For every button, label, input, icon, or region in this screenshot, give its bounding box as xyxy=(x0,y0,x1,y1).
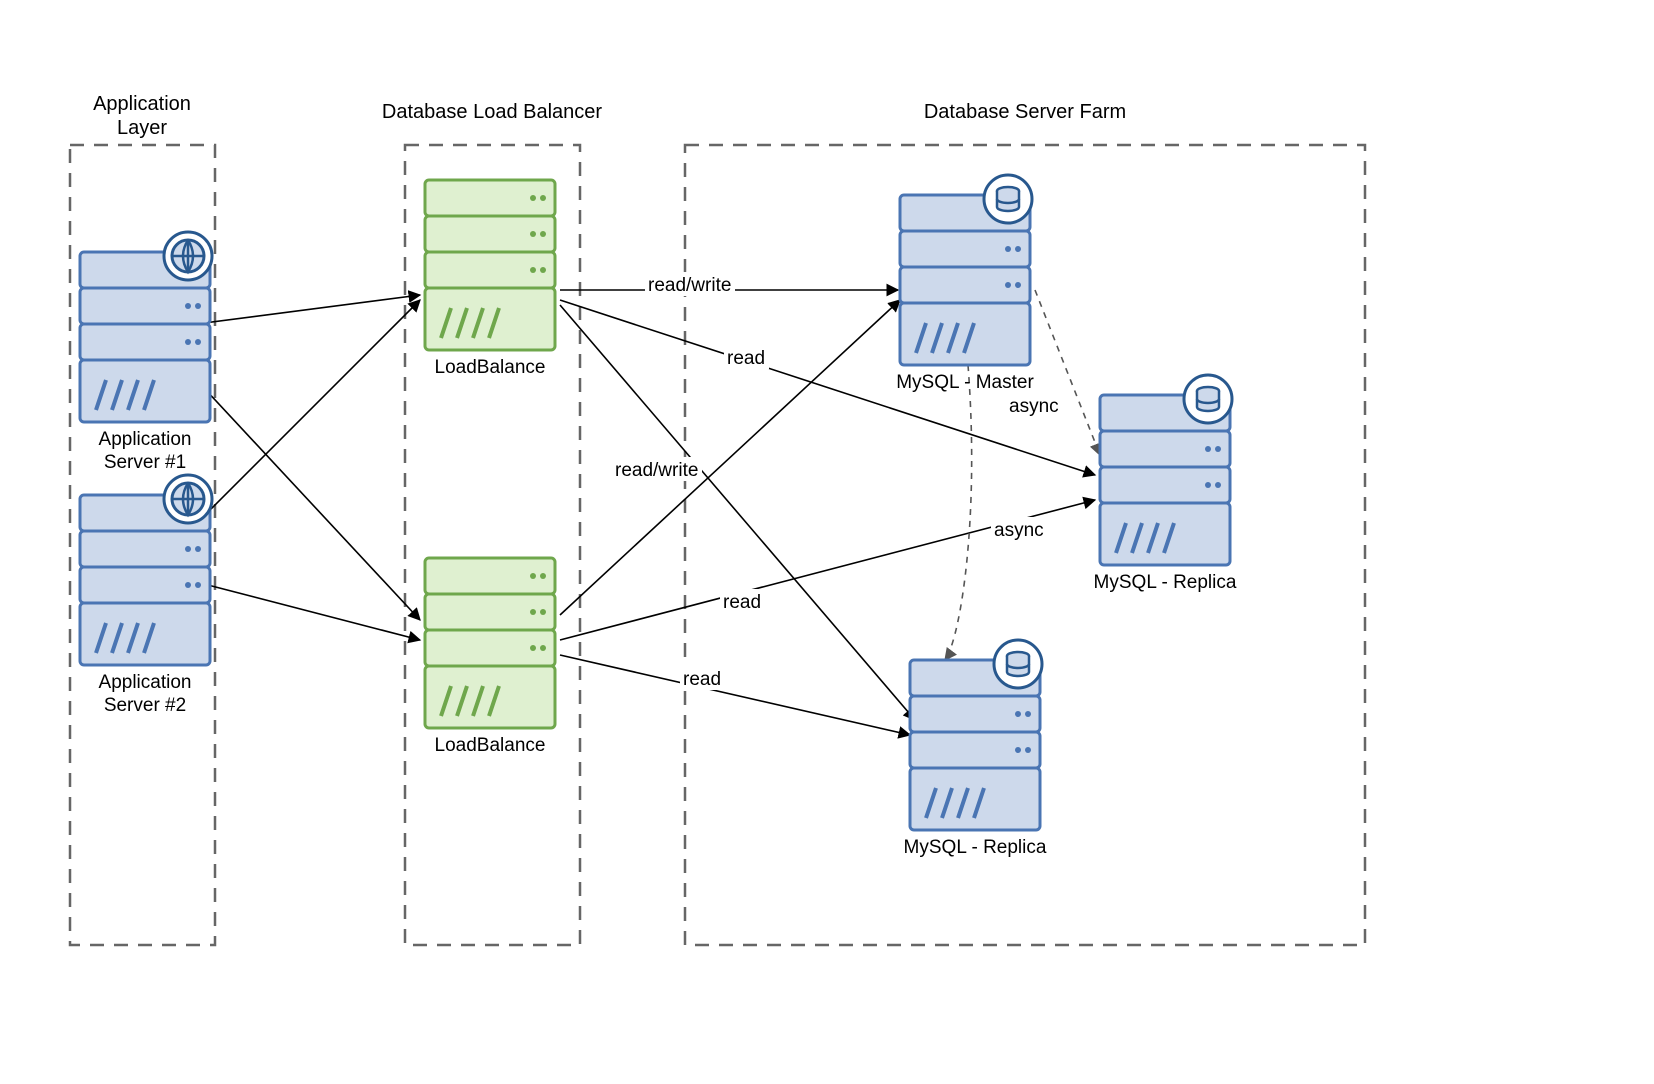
edge-label-async1: async xyxy=(1006,393,1064,417)
database-icon xyxy=(1184,375,1232,423)
svg-text:Server #2: Server #2 xyxy=(104,695,186,716)
edge-label-rd1: read xyxy=(724,345,769,369)
svg-text:Server #1: Server #1 xyxy=(104,452,186,473)
edge-label-rw1: read/write xyxy=(645,272,735,296)
node-app-server-2: Application Server #2 xyxy=(80,475,212,716)
svg-text:Application: Application xyxy=(99,429,192,450)
svg-text:read: read xyxy=(723,592,761,613)
svg-text:MySQL - Master: MySQL - Master xyxy=(896,372,1034,393)
svg-text:MySQL - Replica: MySQL - Replica xyxy=(904,837,1047,858)
edge-label-rd3: read xyxy=(680,666,725,690)
edge-label-rw2: read/write xyxy=(612,457,702,481)
group-title-farm: Database Server Farm xyxy=(924,101,1126,123)
node-mysql-master: MySQL - Master xyxy=(896,175,1034,393)
node-mysql-replica-2: MySQL - Replica xyxy=(904,640,1047,858)
svg-text:LoadBalance: LoadBalance xyxy=(435,357,546,378)
svg-text:read: read xyxy=(727,348,765,369)
database-icon xyxy=(984,175,1032,223)
globe-icon xyxy=(164,232,212,280)
svg-text:MySQL - Replica: MySQL - Replica xyxy=(1094,572,1237,593)
svg-text:read/write: read/write xyxy=(615,460,698,481)
group-title-app-l2: Layer xyxy=(117,117,167,139)
group-title-lb: Database Load Balancer xyxy=(382,101,602,123)
database-icon xyxy=(994,640,1042,688)
architecture-diagram: Application Layer Database Load Balancer… xyxy=(0,0,1654,1084)
edge-master-replica1 xyxy=(1035,290,1100,455)
edge-lb2-replica2 xyxy=(560,655,910,735)
node-load-balancer-1: LoadBalance xyxy=(425,180,555,378)
node-app-server-1: Application Server #1 xyxy=(80,232,212,473)
edge-label-async2: async xyxy=(991,517,1049,541)
svg-text:async: async xyxy=(1009,396,1059,417)
group-title-app-l1: Application xyxy=(93,93,191,115)
node-load-balancer-2: LoadBalance xyxy=(425,558,555,756)
svg-text:read/write: read/write xyxy=(648,275,731,296)
node-mysql-replica-1: MySQL - Replica xyxy=(1094,375,1237,593)
svg-text:LoadBalance: LoadBalance xyxy=(435,735,546,756)
globe-icon xyxy=(164,475,212,523)
edge-master-replica2 xyxy=(945,365,972,660)
svg-text:Application: Application xyxy=(99,672,192,693)
svg-text:read: read xyxy=(683,669,721,690)
edge-label-rd2: read xyxy=(720,589,765,613)
svg-text:async: async xyxy=(994,520,1044,541)
